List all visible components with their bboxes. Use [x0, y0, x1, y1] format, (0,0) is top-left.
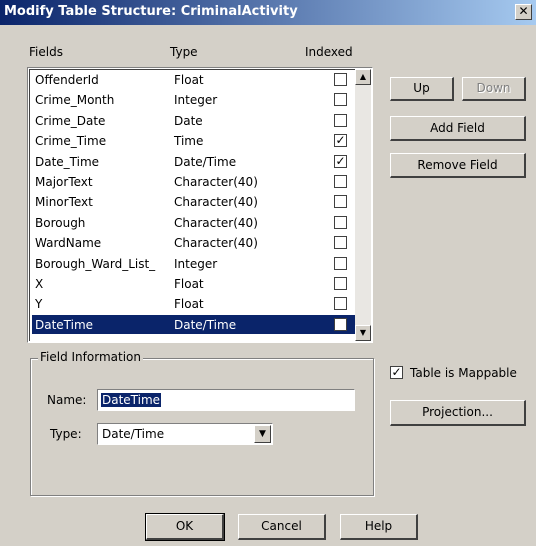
indexed-checkbox[interactable]: [334, 93, 347, 107]
projection-button[interactable]: Projection...: [390, 400, 526, 426]
table-row[interactable]: Crime_Date Date: [32, 111, 357, 130]
modify-table-structure-dialog: Modify Table Structure: CriminalActivity…: [0, 0, 536, 546]
indexed-checkbox[interactable]: [334, 317, 347, 331]
type-column-header: Type: [170, 45, 198, 59]
field-name-cell: Crime_Month: [35, 93, 115, 108]
field-type-cell: Character(40): [174, 215, 258, 230]
indexed-checkbox[interactable]: ✓: [334, 134, 347, 148]
window-title: Modify Table Structure: CriminalActivity: [4, 4, 298, 19]
type-select-value: Date/Time: [102, 427, 165, 441]
field-name-cell: Borough_Ward_List_: [35, 256, 156, 271]
table-row[interactable]: DateTime Date/Time: [32, 314, 357, 334]
indexed-checkbox[interactable]: [334, 175, 347, 188]
table-mappable-label[interactable]: Table is Mappable: [410, 366, 517, 380]
table-row[interactable]: WardName Character(40): [32, 233, 357, 252]
name-input-value: DateTime: [101, 393, 162, 407]
field-type-cell: Date: [174, 113, 203, 128]
field-type-cell: Date/Time: [174, 317, 237, 332]
indexed-checkbox[interactable]: [334, 297, 347, 311]
table-row[interactable]: X Float: [32, 274, 357, 293]
field-type-cell: Character(40): [174, 236, 258, 251]
title-bar[interactable]: Modify Table Structure: CriminalActivity…: [0, 0, 536, 25]
scroll-down-icon[interactable]: ▼: [355, 325, 371, 341]
fields-list[interactable]: OffenderId Float Crime_Month Integer Crime_D…: [27, 67, 373, 343]
indexed-checkbox[interactable]: [334, 73, 347, 86]
field-type-cell: Character(40): [174, 195, 258, 210]
field-type-cell: Float: [174, 73, 204, 87]
close-icon[interactable]: ✕: [515, 4, 532, 20]
ok-button[interactable]: OK: [145, 513, 225, 541]
field-name-cell: Date_Time: [35, 154, 100, 169]
field-type-cell: Date/Time: [174, 154, 237, 169]
table-row[interactable]: Crime_Time Time ✓: [32, 131, 357, 150]
type-select[interactable]: Date/Time ▼: [97, 423, 273, 445]
field-type-cell: Integer: [174, 256, 218, 271]
table-row[interactable]: Crime_Month Integer: [32, 90, 357, 109]
table-row[interactable]: Y Float: [32, 294, 357, 313]
table-row[interactable]: OffenderId Float: [32, 70, 357, 89]
table-row[interactable]: Borough Character(40): [32, 213, 357, 232]
indexed-checkbox[interactable]: [334, 277, 347, 290]
field-name-cell: X: [35, 277, 44, 291]
field-type-cell: Integer: [174, 93, 218, 108]
field-name-cell: MinorText: [35, 195, 93, 210]
table-row[interactable]: MajorText Character(40): [32, 172, 357, 191]
field-name-cell: OffenderId: [35, 73, 99, 87]
field-name-cell: MajorText: [35, 175, 93, 189]
check-icon: ✓: [391, 365, 402, 379]
table-row[interactable]: Borough_Ward_List_ Integer: [32, 254, 357, 273]
table-row[interactable]: Date_Time Date/Time ✓: [32, 152, 357, 171]
scroll-up-icon[interactable]: ▲: [355, 69, 371, 85]
name-input[interactable]: DateTime: [97, 389, 355, 411]
indexed-checkbox[interactable]: [334, 113, 347, 127]
indexed-checkbox[interactable]: [334, 236, 347, 250]
field-information-label: Field Information: [38, 350, 143, 364]
up-button[interactable]: Up: [390, 77, 454, 101]
cancel-button[interactable]: Cancel: [238, 514, 326, 540]
type-label: Type:: [50, 427, 82, 441]
field-name-cell: Crime_Time: [35, 134, 107, 149]
fields-scrollbar[interactable]: ▲ ▼: [355, 69, 371, 341]
table-mappable-checkbox[interactable]: ✓: [390, 366, 403, 379]
field-name-cell: WardName: [35, 236, 102, 251]
table-row[interactable]: MinorText Character(40): [32, 192, 357, 211]
indexed-checkbox[interactable]: [334, 256, 347, 270]
down-button[interactable]: Down: [462, 77, 526, 101]
indexed-checkbox[interactable]: [334, 195, 347, 209]
chevron-down-icon[interactable]: ▼: [254, 425, 271, 443]
indexed-checkbox[interactable]: [334, 215, 347, 229]
indexed-checkbox[interactable]: ✓: [334, 154, 347, 168]
help-button[interactable]: Help: [340, 514, 418, 540]
field-name-cell: Y: [35, 297, 43, 312]
field-type-cell: Float: [174, 277, 204, 291]
field-name-cell: DateTime: [35, 317, 94, 332]
add-field-button[interactable]: Add Field: [390, 116, 526, 141]
remove-field-button[interactable]: Remove Field: [390, 153, 526, 178]
field-name-cell: Borough: [35, 215, 86, 230]
indexed-column-header: Indexed: [305, 45, 353, 59]
field-type-cell: Float: [174, 297, 204, 312]
name-label: Name:: [47, 393, 87, 407]
field-name-cell: Crime_Date: [35, 113, 106, 128]
field-type-cell: Character(40): [174, 175, 258, 189]
fields-column-header: Fields: [29, 45, 63, 59]
field-type-cell: Time: [174, 134, 204, 149]
fields-list-inner: OffenderId Float Crime_Month Integer Crime_D…: [29, 69, 371, 341]
